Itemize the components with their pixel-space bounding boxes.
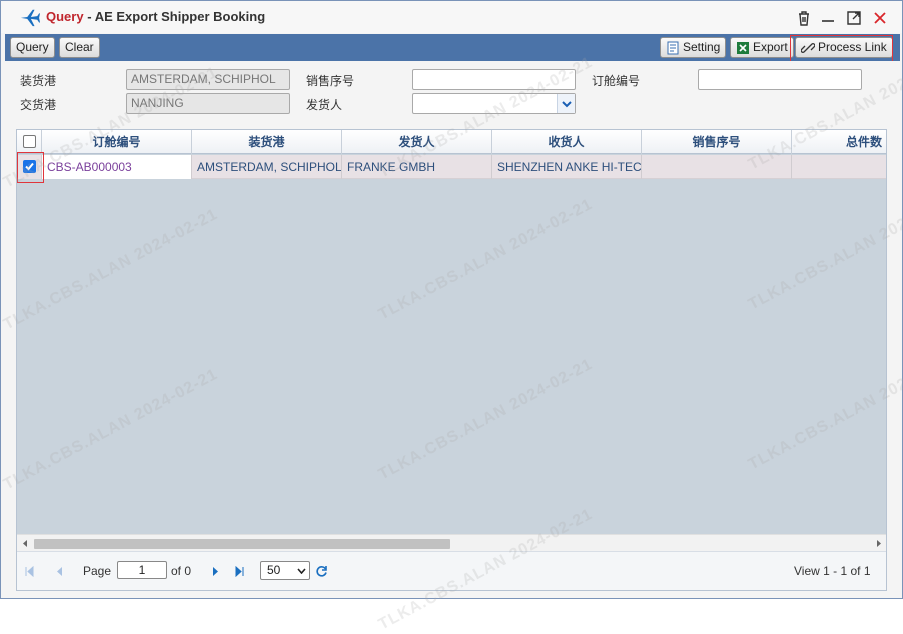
page-of-label: of 0	[171, 564, 192, 578]
total-pieces-cell	[792, 155, 886, 179]
grid-header: 订舱编号 装货港 发货人 收货人 销售序号 总件数	[17, 130, 886, 154]
delivery-port-field[interactable]: NANJING	[126, 93, 290, 114]
shipper-label: 发货人	[306, 98, 343, 112]
loading-port-field[interactable]: AMSTERDAM, SCHIPHOL	[126, 69, 290, 90]
title-separator: -	[87, 9, 92, 24]
booking-no-field[interactable]	[698, 69, 862, 90]
scroll-right-icon[interactable]	[875, 539, 883, 548]
col-header-consignee[interactable]: 收货人	[492, 130, 642, 154]
title-query: Query	[46, 9, 84, 24]
scroll-left-icon[interactable]	[21, 539, 29, 548]
setting-button-label: Setting	[683, 40, 721, 54]
window-title: Query - AE Export Shipper Booking	[46, 9, 265, 24]
col-header-shipper[interactable]: 发货人	[342, 130, 492, 154]
last-page-icon[interactable]	[234, 566, 245, 577]
first-page-icon[interactable]	[24, 566, 35, 577]
prev-page-icon[interactable]	[54, 566, 65, 577]
excel-icon	[737, 41, 749, 54]
export-button-label: Export	[753, 40, 788, 54]
setting-icon	[667, 41, 679, 54]
shipper-select[interactable]	[412, 93, 576, 114]
setting-button[interactable]: Setting	[660, 37, 727, 58]
query-form: 装货港 AMSTERDAM, SCHIPHOL 交货港 NANJING 销售序号…	[5, 61, 900, 123]
process-link-button-label: Process Link	[818, 40, 887, 54]
page-size-select[interactable]: 50	[260, 561, 310, 580]
toolbar: Query Clear Setting Export Process Link	[5, 34, 900, 61]
horizontal-scrollbar[interactable]	[17, 534, 886, 551]
title-name: AE Export Shipper Booking	[94, 9, 266, 24]
delivery-port-label: 交货港	[20, 98, 57, 112]
sales-no-label: 销售序号	[306, 74, 355, 88]
results-grid: 订舱编号 装货港 发货人 收货人 销售序号 总件数 CBS-AB000003 A…	[16, 129, 887, 591]
booking-no-label: 订舱编号	[592, 74, 641, 88]
consignee-cell: SHENZHEN ANKE HI-TEC	[492, 155, 642, 179]
col-header-total-pieces[interactable]: 总件数	[792, 130, 886, 154]
col-header-loading-port[interactable]: 装货港	[192, 130, 342, 154]
airplane-icon	[20, 9, 40, 27]
col-header-sales-no[interactable]: 销售序号	[642, 130, 792, 154]
sales-no-field[interactable]	[412, 69, 576, 90]
select-all-checkbox[interactable]	[23, 135, 36, 148]
page-size-value: 50	[267, 563, 281, 577]
export-button[interactable]: Export	[730, 37, 794, 58]
pager: Page 1 of 0 50 View 1 - 1 of 1	[17, 551, 886, 590]
page-number-input[interactable]: 1	[117, 561, 167, 579]
query-button[interactable]: Query	[10, 37, 55, 58]
booking-no-cell[interactable]: CBS-AB000003	[42, 155, 192, 179]
chevron-down-icon	[557, 94, 575, 113]
clear-button-label: Clear	[65, 40, 94, 54]
sales-no-cell	[642, 155, 792, 179]
close-icon[interactable]	[871, 9, 889, 27]
refresh-icon[interactable]	[315, 565, 328, 578]
minimize-icon[interactable]	[819, 9, 837, 27]
next-page-icon[interactable]	[210, 566, 221, 577]
clear-button[interactable]: Clear	[59, 37, 100, 58]
title-bar: Query - AE Export Shipper Booking	[1, 1, 902, 33]
shipper-cell: FRANKE GMBH	[342, 155, 492, 179]
query-button-label: Query	[16, 40, 49, 54]
select-all-cell	[17, 130, 42, 154]
process-link-button[interactable]: Process Link	[795, 37, 893, 58]
view-range-text: View 1 - 1 of 1	[794, 564, 871, 578]
row-checkbox[interactable]	[23, 160, 36, 173]
link-icon	[801, 42, 815, 53]
app-window: Query - AE Export Shipper Booking Query …	[0, 0, 903, 633]
maximize-icon[interactable]	[845, 9, 863, 27]
row-select-cell	[17, 155, 42, 179]
loading-port-cell: AMSTERDAM, SCHIPHOL	[192, 155, 342, 179]
trash-icon[interactable]	[795, 9, 813, 27]
chevron-down-icon	[297, 567, 306, 574]
table-row[interactable]: CBS-AB000003 AMSTERDAM, SCHIPHOL FRANKE …	[17, 155, 886, 179]
col-header-booking-no[interactable]: 订舱编号	[42, 130, 192, 154]
scrollbar-thumb[interactable]	[34, 539, 450, 549]
page-label: Page	[83, 564, 112, 578]
loading-port-label: 装货港	[20, 74, 57, 88]
